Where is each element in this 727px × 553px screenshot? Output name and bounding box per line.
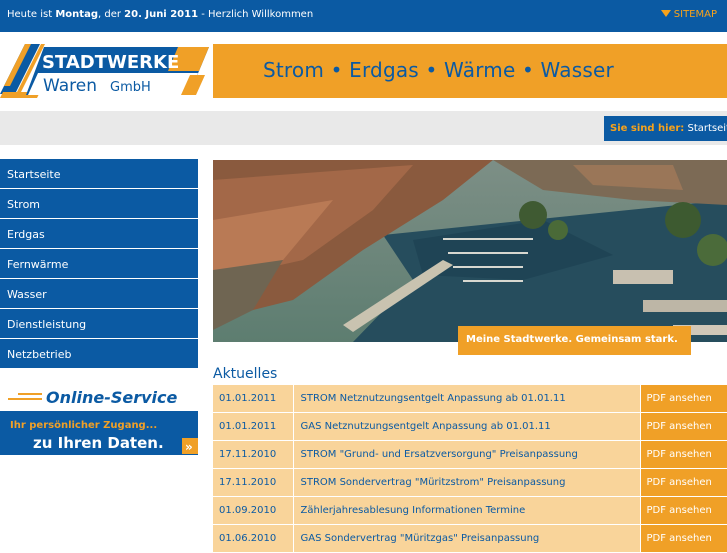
nav-label: Startseite	[7, 168, 61, 181]
news-title-link[interactable]: STROM Netznutzungsentgelt Anpassung ab 0…	[293, 385, 641, 413]
nav-item-dienstleistung[interactable]: Dienstleistung	[0, 309, 198, 339]
double-chevron-right-icon: »	[185, 440, 193, 454]
online-service-banner[interactable]: Online-Service Ihr persönlicher Zugang..…	[0, 380, 198, 455]
nav-label: Netzbetrieb	[7, 348, 72, 361]
online-service-line1: Ihr persönlicher Zugang...	[10, 420, 157, 431]
nav-item-strom[interactable]: Strom	[0, 189, 198, 219]
news-title-link[interactable]: STROM Sondervertrag "Müritzstrom" Preisa…	[293, 468, 641, 497]
logo-line1: STADTWERKE	[42, 52, 179, 73]
top-bar: Heute ist Montag, der 20. Juni 2011 - He…	[0, 0, 727, 32]
pdf-link[interactable]: PDF ansehen	[640, 468, 727, 497]
nav-item-netzbetrieb[interactable]: Netzbetrieb	[0, 339, 198, 369]
online-service-line2: zu Ihren Daten.	[33, 434, 164, 452]
news-title-link[interactable]: STROM "Grund- und Ersatzversorgung" Prei…	[293, 440, 641, 469]
sitemap-label: SITEMAP	[673, 9, 717, 20]
nav-label: Dienstleistung	[7, 318, 87, 331]
logo-line2: Waren	[43, 76, 97, 96]
table-row: 01.06.2010 GAS Sondervertrag "Müritzgas"…	[213, 524, 727, 553]
hero-claim: Meine Stadtwerke. Gemeinsam stark.	[458, 326, 691, 355]
nav-label: Fernwärme	[7, 258, 69, 271]
date-prefix: Heute ist	[7, 9, 53, 20]
table-row: 17.11.2010 STROM "Grund- und Ersatzverso…	[213, 440, 727, 469]
aerial-harbor-image	[213, 160, 727, 342]
stadtwerke-logo[interactable]: STADTWERKE Waren GmbH	[0, 44, 213, 98]
sidebar-nav: Startseite Strom Erdgas Fernwärme Wasser…	[0, 159, 198, 369]
nav-label: Strom	[7, 198, 41, 211]
breadcrumb-label: Sie sind hier:	[610, 123, 685, 134]
news-date: 01.01.2011	[213, 412, 294, 441]
news-date: 01.06.2010	[213, 524, 294, 553]
breadcrumb-current[interactable]: Startseite	[687, 123, 727, 134]
news-title-link[interactable]: GAS Netznutzungsentgelt Anpassung ab 01.…	[293, 412, 641, 441]
nav-item-erdgas[interactable]: Erdgas	[0, 219, 198, 249]
table-row: 01.01.2011 STROM Netznutzungsentgelt Anp…	[213, 385, 727, 413]
current-date: 20. Juni 2011	[124, 9, 199, 20]
pdf-link[interactable]: PDF ansehen	[640, 440, 727, 469]
news-date: 17.11.2010	[213, 468, 294, 497]
slogan: Strom • Erdgas • Wärme • Wasser	[263, 58, 614, 82]
news-title-link[interactable]: GAS Sondervertrag "Müritzgas" Preisanpas…	[293, 524, 641, 553]
news-title-link[interactable]: Zählerjahresablesung Informationen Termi…	[293, 496, 641, 525]
weekday: Montag	[55, 9, 98, 20]
logo-line3: GmbH	[110, 80, 151, 95]
pdf-link[interactable]: PDF ansehen	[640, 496, 727, 525]
news-date: 17.11.2010	[213, 440, 294, 469]
greeting: - Herzlich Willkommen	[201, 9, 314, 20]
online-service-graphic: Online-Service Ihr persönlicher Zugang..…	[0, 380, 198, 455]
nav-label: Erdgas	[7, 228, 45, 241]
date-mid: , der	[98, 9, 121, 20]
logo-graphic: STADTWERKE Waren GmbH	[0, 44, 213, 98]
hero-claim-text: Meine Stadtwerke. Gemeinsam stark.	[466, 334, 678, 345]
news-date: 01.09.2010	[213, 496, 294, 525]
news-table: 01.01.2011 STROM Netznutzungsentgelt Anp…	[213, 385, 727, 553]
online-service-title: Online-Service	[46, 388, 178, 407]
nav-item-startseite[interactable]: Startseite	[0, 159, 198, 189]
pdf-link[interactable]: PDF ansehen	[640, 412, 727, 441]
news-date: 01.01.2011	[213, 385, 294, 413]
pdf-link[interactable]: PDF ansehen	[640, 385, 727, 413]
sitemap-link[interactable]: SITEMAP	[660, 9, 717, 20]
nav-item-fernwaerme[interactable]: Fernwärme	[0, 249, 198, 279]
pdf-link[interactable]: PDF ansehen	[640, 524, 727, 553]
table-row: 01.01.2011 GAS Netznutzungsentgelt Anpas…	[213, 412, 727, 441]
table-row: 17.11.2010 STROM Sondervertrag "Müritzst…	[213, 468, 727, 497]
nav-item-wasser[interactable]: Wasser	[0, 279, 198, 309]
triangle-down-icon	[660, 10, 671, 17]
table-row: 01.09.2010 Zählerjahresablesung Informat…	[213, 496, 727, 525]
date-greeting: Heute ist Montag, der 20. Juni 2011 - He…	[7, 9, 313, 20]
nav-label: Wasser	[7, 288, 47, 301]
header-banner: Strom • Erdgas • Wärme • Wasser	[213, 44, 727, 98]
news-heading: Aktuelles	[213, 366, 278, 382]
breadcrumb: Sie sind hier: Startseite	[604, 116, 727, 141]
hero-aerial-photo	[213, 160, 727, 342]
